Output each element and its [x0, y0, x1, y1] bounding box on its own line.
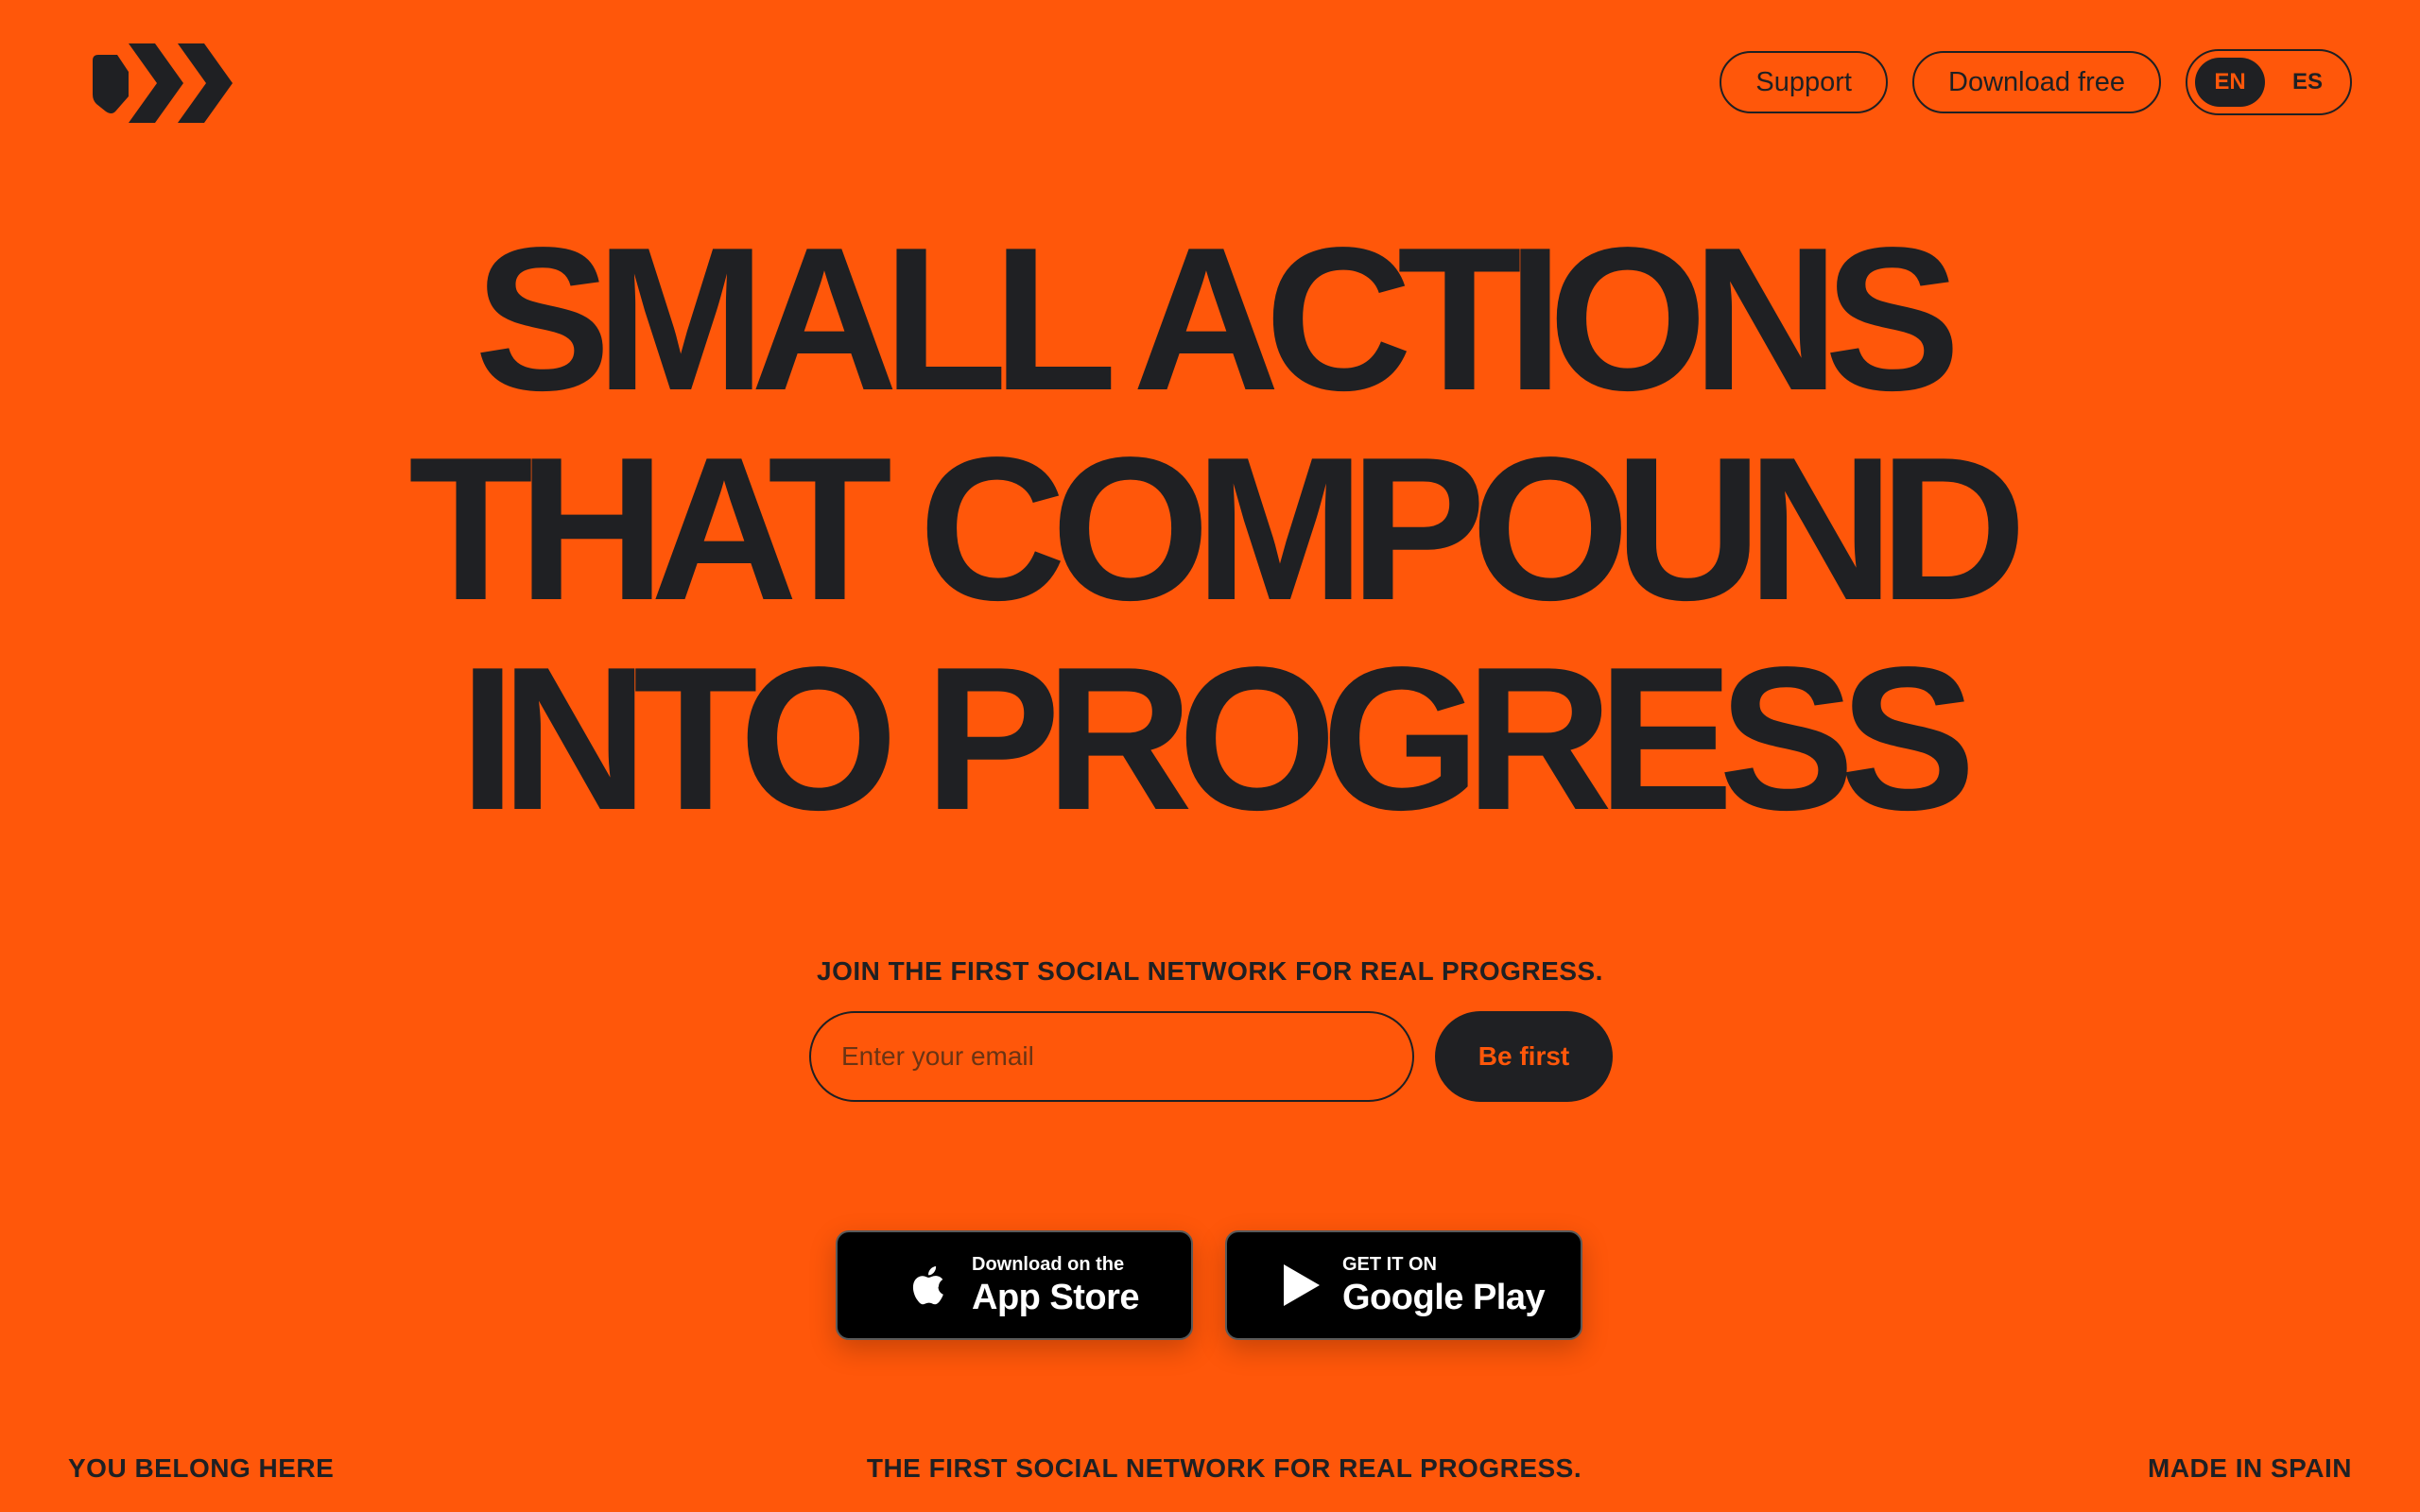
signup-label: JOIN THE FIRST SOCIAL NETWORK FOR REAL P…: [817, 956, 1603, 986]
google-play-badge[interactable]: GET IT ON Google Play: [1225, 1230, 1582, 1340]
signup-form: Be first: [809, 1011, 1613, 1102]
language-option-en[interactable]: EN: [2195, 58, 2265, 107]
headline-line-1: SMALL ACTIONS: [475, 204, 1961, 433]
brand-logo-icon[interactable]: [89, 43, 238, 123]
google-play-small-text: GET IT ON: [1342, 1254, 1437, 1275]
apple-icon: [912, 1266, 943, 1305]
store-badges: Download on the App Store GET IT ON Goog…: [836, 1230, 1582, 1340]
play-icon: [1284, 1264, 1320, 1306]
landing-page: Support Download free EN ES SMALL ACTION…: [0, 0, 2420, 1512]
email-input[interactable]: [809, 1011, 1414, 1102]
language-option-es[interactable]: ES: [2273, 58, 2342, 107]
support-button[interactable]: Support: [1720, 51, 1888, 113]
headline-line-2: THAT COMPOUND: [408, 414, 2027, 643]
language-switcher: EN ES: [2186, 49, 2352, 115]
app-store-badge[interactable]: Download on the App Store: [836, 1230, 1193, 1340]
top-nav: Support Download free EN ES: [1720, 49, 2352, 115]
headline-line-3: INTO PROGRESS: [458, 624, 1976, 852]
hero-headline: SMALL ACTIONS THAT COMPOUND INTO PROGRES…: [0, 214, 2420, 843]
footer-center-text: THE FIRST SOCIAL NETWORK FOR REAL PROGRE…: [866, 1453, 1582, 1483]
be-first-button[interactable]: Be first: [1435, 1011, 1613, 1102]
app-store-small-text: Download on the: [972, 1254, 1125, 1275]
google-play-big-text: Google Play: [1342, 1278, 1546, 1317]
download-free-button[interactable]: Download free: [1912, 51, 2161, 113]
footer-right-text: MADE IN SPAIN: [2148, 1453, 2352, 1483]
app-store-big-text: App Store: [972, 1278, 1140, 1317]
